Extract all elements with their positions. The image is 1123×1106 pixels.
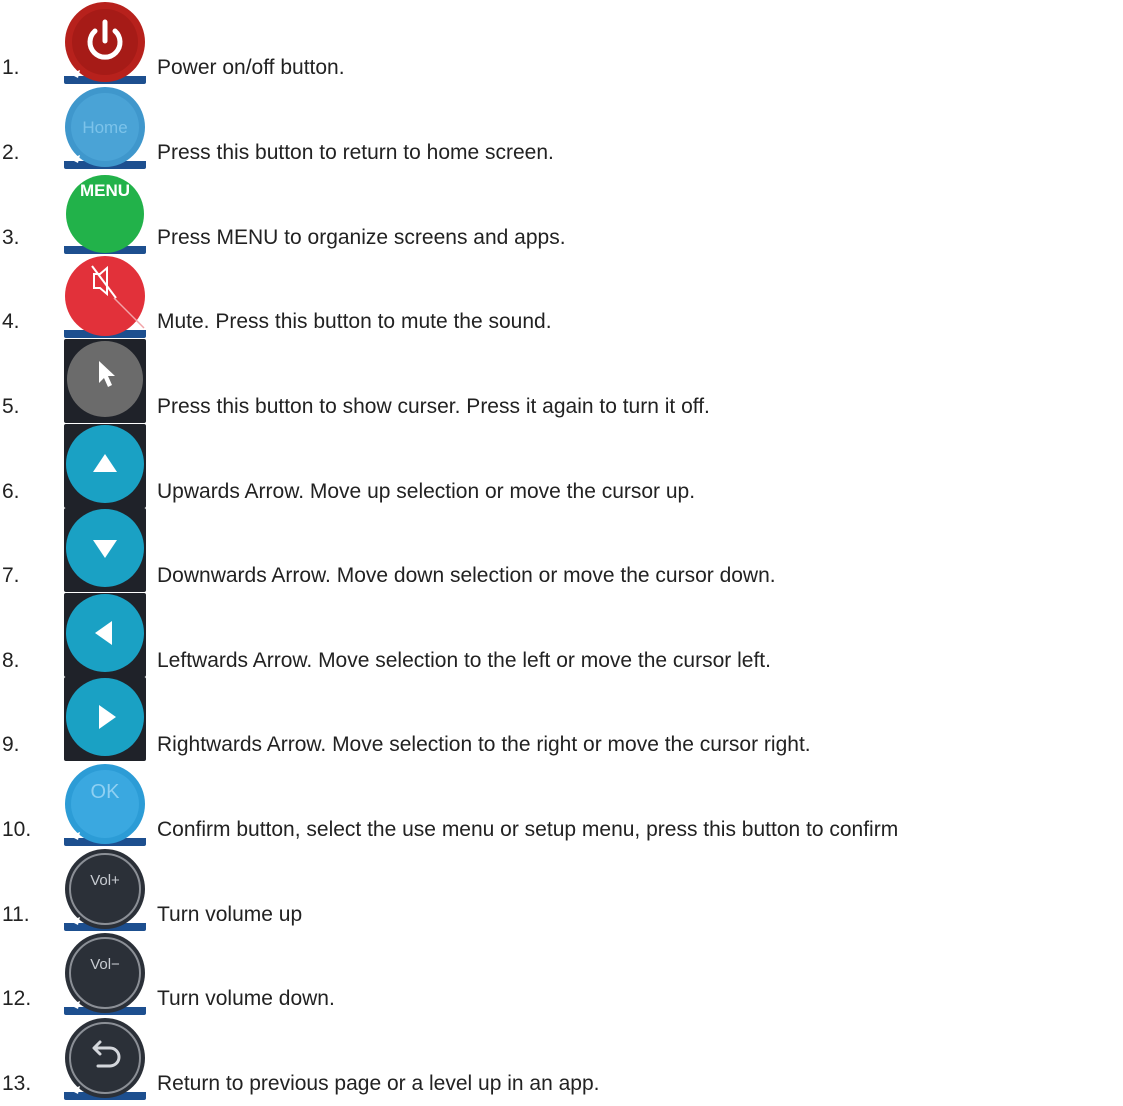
list-item: 5. Press this button to show curser. Pre… [0,339,1123,423]
ok-icon: OK [64,762,146,846]
menu-label: MENU [80,181,130,200]
power-button[interactable] [64,0,146,84]
cursor-icon [64,339,146,423]
item-description: Mute. Press this button to mute the soun… [157,310,552,333]
item-description: Upwards Arrow. Move up selection or move… [157,480,696,503]
menu-icon: MENU [64,170,146,254]
volume-down-label: Vol− [90,956,120,973]
item-description: Press this button to show curser. Press … [157,395,710,418]
list-item: MENU 3. Press MENU to organize screens a… [0,170,1123,254]
power-icon [64,0,146,84]
list-item: Vol+ 11. Turn volume up [0,847,1123,931]
item-number: 11. [2,903,30,926]
list-item: 7. Downwards Arrow. Move down selection … [0,508,1123,592]
volume-up-label: Vol+ [90,872,120,889]
item-description: Power on/off button. [157,56,345,79]
list-item: 13. Return to previous page or a level u… [0,1016,1123,1100]
volume-up-button[interactable]: Vol+ [64,847,146,931]
item-description: Press this button to return to home scre… [157,141,554,164]
item-number: 5. [2,395,20,418]
item-number: 4. [2,310,20,333]
menu-button[interactable]: MENU [64,170,146,254]
arrow-up-button[interactable] [64,424,146,508]
item-description: Leftwards Arrow. Move selection to the l… [157,649,771,672]
list-item: Vol− 12. Turn volume down. [0,931,1123,1015]
arrow-left-icon [64,593,146,677]
item-description: Confirm button, select the use menu or s… [157,818,899,841]
arrow-right-icon [64,677,146,761]
return-button[interactable] [64,1016,146,1100]
item-number: 6. [2,480,20,503]
item-number: 7. [2,564,20,587]
list-item: 8. Leftwards Arrow. Move selection to th… [0,593,1123,677]
arrow-left-button[interactable] [64,593,146,677]
item-description: Turn volume up [157,903,303,926]
item-description: Turn volume down. [157,987,335,1010]
volume-down-button[interactable]: Vol− [64,931,146,1015]
item-number: 3. [2,226,20,249]
item-number: 8. [2,649,20,672]
item-number: 12. [2,987,32,1010]
list-item: 6. Upwards Arrow. Move up selection or m… [0,424,1123,508]
item-number: 1. [2,56,20,79]
arrow-right-button[interactable] [64,677,146,761]
home-icon: Home [64,85,146,169]
volume-up-icon: Vol+ [64,847,146,931]
list-item: 4. Mute. Press this button to mute the s… [0,254,1123,338]
item-description: Rightwards Arrow. Move selection to the … [157,733,811,756]
return-icon [64,1016,146,1100]
item-description: Downwards Arrow. Move down selection or … [157,564,776,587]
mute-button[interactable] [64,254,146,338]
item-description: Return to previous page or a level up in… [157,1072,600,1095]
item-description: Press MENU to organize screens and apps. [157,226,566,249]
mute-icon [64,254,146,338]
item-number: 13. [2,1072,32,1095]
arrow-down-icon [64,508,146,592]
ok-label: OK [91,781,121,803]
item-number: 9. [2,733,20,756]
volume-down-icon: Vol− [64,931,146,1015]
list-item: OK 10. Confirm button, select the use me… [0,762,1123,846]
list-item: Home 2. Press this button to return to h… [0,85,1123,169]
arrow-down-button[interactable] [64,508,146,592]
home-label: Home [82,118,127,137]
ok-button[interactable]: OK [64,762,146,846]
item-number: 10. [2,818,32,841]
list-item: 9. Rightwards Arrow. Move selection to t… [0,677,1123,761]
item-number: 2. [2,141,20,164]
list-item: 1. Power on/off button. [0,0,1123,84]
cursor-button[interactable] [64,339,146,423]
arrow-up-icon [64,424,146,508]
home-button[interactable]: Home [64,85,146,169]
